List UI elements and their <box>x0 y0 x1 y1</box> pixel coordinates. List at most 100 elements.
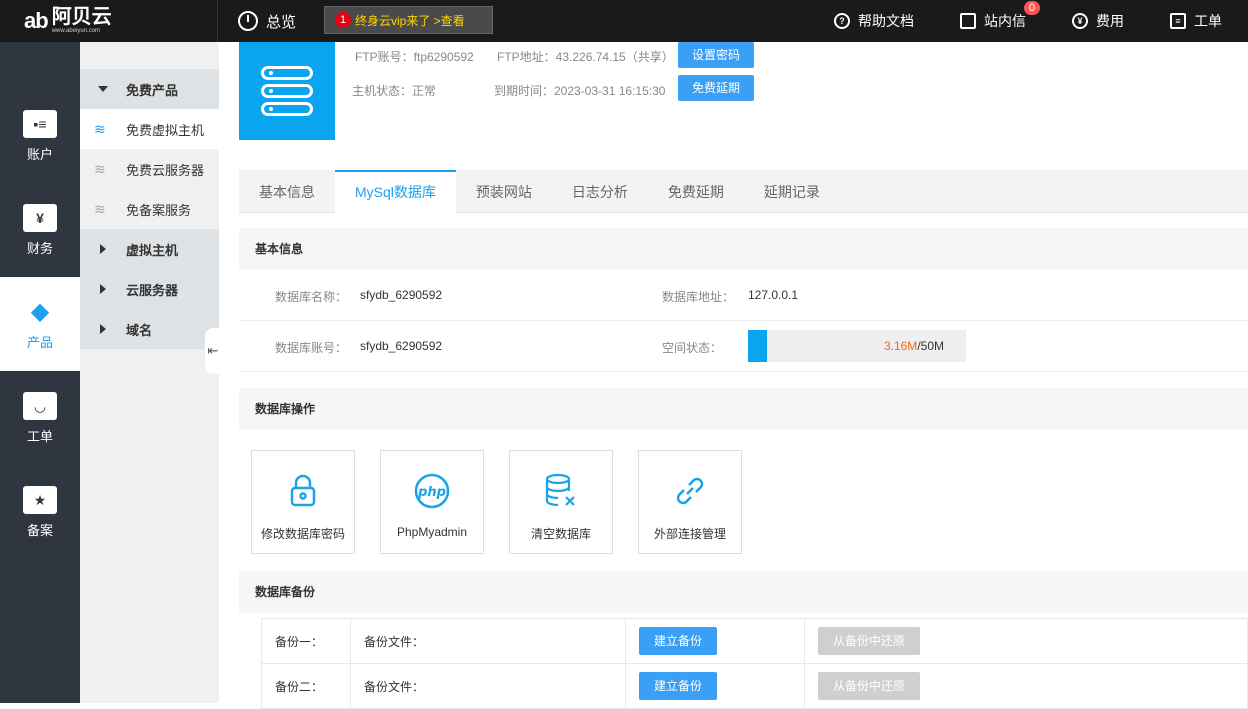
backup-file: 备份文件： <box>350 618 626 664</box>
finance-icon: ¥ <box>23 203 57 232</box>
sidenav-filing[interactable]: ★ 备案 <box>0 465 80 559</box>
layers-icon: ≋ <box>94 161 106 177</box>
sidenav-ticket[interactable]: ◡ 工单 <box>0 371 80 465</box>
space-total: /50M <box>917 339 944 353</box>
create-backup-button[interactable]: 建立备份 <box>639 672 718 700</box>
star-doc-icon: ★ <box>23 485 57 514</box>
tab-bar: 基本信息 MySql数据库 预装网站 日志分析 免费延期 延期记录 <box>239 170 1248 214</box>
sidenav-filing-label: 备案 <box>26 522 53 538</box>
create-backup-button[interactable]: 建立备份 <box>639 627 718 655</box>
submenu-item-no-filing[interactable]: ≋ 免备案服务 <box>80 189 219 229</box>
ticket-link[interactable]: ≡ 工单 <box>1170 11 1222 31</box>
restore-backup-button[interactable]: 从备份中还原 <box>818 672 921 700</box>
space-progress-fill <box>748 330 767 362</box>
submenu-group-label: 虚拟主机 <box>126 242 179 258</box>
logo[interactable]: ab 阿贝云 www.abeiyun.com <box>0 0 218 42</box>
tab-basic-info[interactable]: 基本信息 <box>239 170 335 213</box>
space-used: 3.16M <box>883 339 918 353</box>
phpmyadmin-button[interactable]: php PhpMyadmin <box>380 450 484 554</box>
submenu-item-free-cloud[interactable]: ≋ 免费云服务器 <box>80 149 219 189</box>
messages-link[interactable]: 站内信 0 <box>960 1 1040 31</box>
db-account-label: 数据库账号： <box>275 341 348 355</box>
lock-icon <box>290 474 316 507</box>
promo-banner[interactable]: 1 终身云vip来了 >查看 <box>324 6 493 34</box>
set-password-button[interactable]: 设置密码 <box>678 42 755 68</box>
backup-table: 备份一： 备份文件： 建立备份 从备份中还原 备份二： 备份文件： 建立备份 从… <box>261 618 1248 709</box>
db-addr-value: 127.0.0.1 <box>748 288 799 302</box>
tab-extend-records[interactable]: 延期记录 <box>744 170 840 213</box>
external-connection-button[interactable]: 外部连接管理 <box>638 450 742 554</box>
db-name-label: 数据库名称： <box>275 290 348 304</box>
db-account-value: sfydb_6290592 <box>360 339 443 353</box>
help-docs-label: 帮助文档 <box>858 13 914 29</box>
sidenav-account[interactable]: ▪≡ 账户 <box>0 89 80 183</box>
id-card-icon: ▪≡ <box>23 109 57 138</box>
caret-right-icon <box>100 284 106 294</box>
operations-grid: 修改数据库密码 php PhpMyadmin 清空数据库 外部连接管理 <box>251 450 767 554</box>
ftp-address: FTP地址：43.226.74.15（共享） <box>497 50 674 64</box>
tab-free-extend[interactable]: 免费延期 <box>648 170 744 213</box>
space-progress-bar: 3.16M/50M <box>748 330 966 362</box>
submenu-group-domain[interactable]: 域名 <box>80 309 219 349</box>
basic-info-heading: 基本信息 <box>239 228 1248 270</box>
yen-icon: ¥ <box>1072 13 1088 29</box>
clear-db-button[interactable]: 清空数据库 <box>509 450 613 554</box>
change-db-password-button[interactable]: 修改数据库密码 <box>251 450 355 554</box>
backup-heading: 数据库备份 <box>239 571 1248 613</box>
billing-link[interactable]: ¥ 费用 <box>1072 11 1124 31</box>
operations-heading: 数据库操作 <box>239 388 1248 430</box>
mail-icon <box>960 13 976 29</box>
submenu-group-label: 云服务器 <box>126 282 179 298</box>
op-label: 外部连接管理 <box>653 527 726 541</box>
logo-mark: ab <box>24 8 49 33</box>
question-icon: ? <box>834 13 850 29</box>
db-name-value: sfydb_6290592 <box>360 288 443 302</box>
sidenav-finance[interactable]: ¥ 财务 <box>0 183 80 277</box>
backup-name: 备份一： <box>261 618 351 664</box>
sidenav-account-label: 账户 <box>26 146 53 162</box>
restore-backup-button[interactable]: 从备份中还原 <box>818 627 921 655</box>
top-bar: ab 阿贝云 www.abeiyun.com 总览 1 终身云vip来了 >查看… <box>0 0 1248 42</box>
table-row: 备份二： 备份文件： 建立备份 从备份中还原 <box>261 663 1248 709</box>
promo-text: 终身云vip来了 >查看 <box>355 13 465 28</box>
link-icon <box>676 477 704 505</box>
overview-link[interactable]: 总览 <box>238 0 296 42</box>
submenu-group-vhost[interactable]: 虚拟主机 <box>80 229 219 269</box>
free-extend-button[interactable]: 免费延期 <box>678 75 755 101</box>
op-label: 清空数据库 <box>530 527 591 541</box>
promo-count: 1 <box>335 12 351 28</box>
db-addr-label: 数据库地址： <box>662 290 735 304</box>
main-sidebar: ▪≡ 账户 ¥ 财务 ◆ 产品 ◡ 工单 ★ 备案 <box>0 42 80 703</box>
dashboard-icon <box>238 11 258 31</box>
db-row-1: 数据库名称： sfydb_6290592 数据库地址： 127.0.0.1 <box>239 270 1248 321</box>
expire-time: 到期时间：2023-03-31 16:15:30 <box>494 84 666 98</box>
host-status: 主机状态：正常 <box>352 84 437 98</box>
submenu-group-label: 域名 <box>126 322 153 338</box>
top-nav: ? 帮助文档 站内信 0 ¥ 费用 ≡ 工单 <box>788 0 1248 42</box>
messages-badge: 0 <box>1023 1 1040 15</box>
submenu-item-free-vhost[interactable]: ≋ 免费虚拟主机 <box>80 109 219 149</box>
op-label: PhpMyadmin <box>396 525 468 539</box>
caret-right-icon <box>100 324 106 334</box>
php-icon: php <box>414 473 450 509</box>
bag-icon: ◡ <box>23 391 57 420</box>
tab-log-analysis[interactable]: 日志分析 <box>552 170 648 213</box>
sidenav-ticket-label: 工单 <box>26 428 53 444</box>
sidenav-products-label: 产品 <box>26 334 53 350</box>
tab-preinstalled-site[interactable]: 预装网站 <box>456 170 552 213</box>
sidenav-finance-label: 财务 <box>26 240 53 256</box>
layers-icon: ≋ <box>94 121 106 137</box>
submenu-group-cloud[interactable]: 云服务器 <box>80 269 219 309</box>
billing-label: 费用 <box>1096 13 1124 29</box>
submenu-item-label: 免费云服务器 <box>126 162 205 178</box>
products-icon: ◆ <box>30 297 50 325</box>
layers-icon: ≋ <box>94 201 106 217</box>
messages-label: 站内信 <box>984 13 1026 29</box>
tab-mysql[interactable]: MySql数据库 <box>335 170 456 214</box>
sidenav-products[interactable]: ◆ 产品 <box>0 277 80 371</box>
op-label: 修改数据库密码 <box>260 527 345 541</box>
help-docs-link[interactable]: ? 帮助文档 <box>834 11 914 31</box>
submenu-group-free[interactable]: 免费产品 <box>80 69 219 109</box>
submenu-group-free-label: 免费产品 <box>126 82 179 98</box>
caret-down-icon <box>98 86 108 92</box>
